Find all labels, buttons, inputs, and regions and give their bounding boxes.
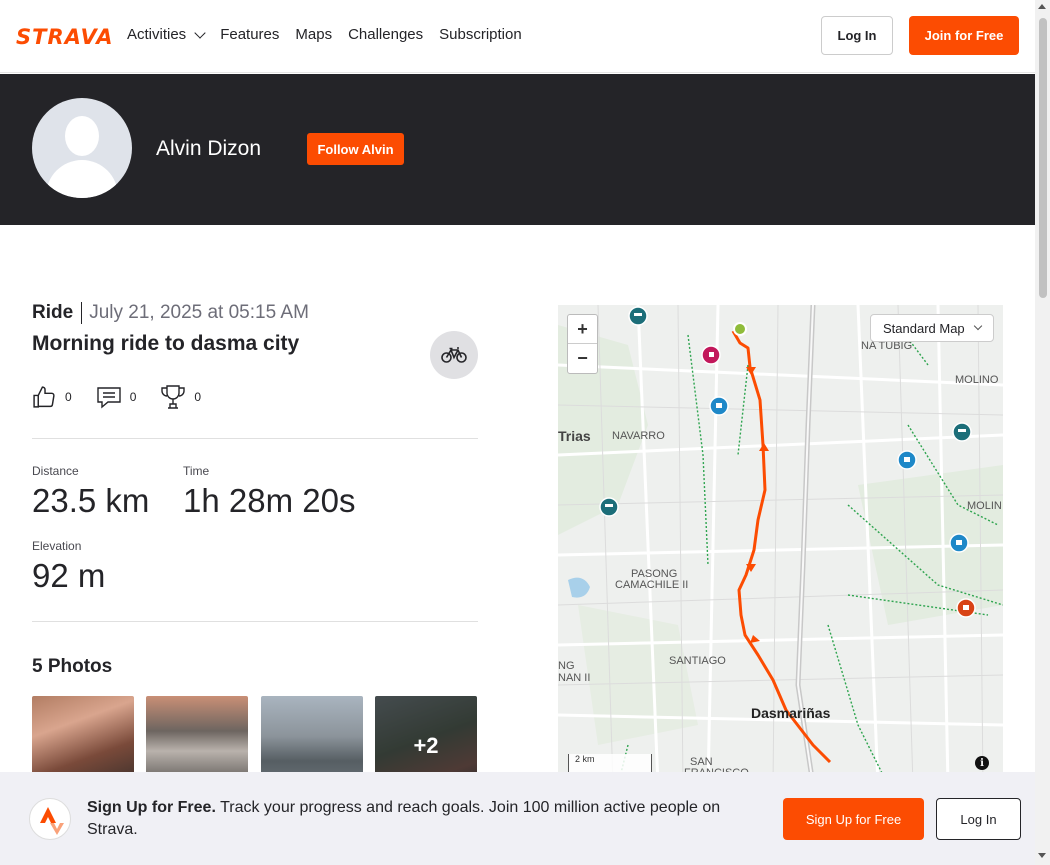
svg-text:Dasmariñas: Dasmariñas — [751, 705, 831, 721]
map-canvas: Trias NAVARRO NA TUBIG MOLINO MOLIN PASO… — [558, 305, 1003, 785]
trophy-icon — [161, 385, 186, 409]
stat-time: Time 1h 28m 20s — [183, 464, 356, 519]
svg-text:MOLIN: MOLIN — [967, 500, 1002, 512]
nav-link-activities[interactable]: Activities — [127, 26, 206, 43]
nav-link-subscription[interactable]: Subscription — [439, 26, 522, 43]
thumbs-up-icon — [33, 385, 55, 408]
activity-header: Ride July 21, 2025 at 05:15 AM — [32, 302, 309, 324]
photos-title: 5 Photos — [32, 656, 113, 677]
zoom-control: + − — [567, 314, 598, 374]
signup-headline: Sign Up for Free. — [87, 799, 216, 816]
athlete-banner: Alvin Dizon Follow Alvin — [0, 74, 1035, 225]
bike-icon — [430, 331, 478, 379]
footer-login-button[interactable]: Log In — [936, 798, 1021, 840]
scrollbar[interactable] — [1035, 0, 1050, 865]
kudos-count: 0 — [65, 390, 72, 404]
map-style-select[interactable]: Standard Map — [870, 314, 994, 342]
athlete-name[interactable]: Alvin Dizon — [156, 137, 261, 161]
achievements-button[interactable]: 0 — [160, 384, 201, 410]
divider — [32, 438, 478, 439]
activity-type: Ride — [32, 302, 83, 324]
svg-text:NAN II: NAN II — [558, 672, 590, 684]
chevron-down-icon — [194, 26, 206, 39]
achievements-count: 0 — [194, 390, 202, 404]
svg-text:Trias: Trias — [558, 428, 591, 444]
svg-text:SANTIAGO: SANTIAGO — [669, 655, 726, 667]
comment-icon — [96, 387, 121, 409]
activity-date: July 21, 2025 at 05:15 AM — [89, 302, 309, 323]
social-row: 0 0 0 — [32, 384, 201, 410]
nav-link-challenges[interactable]: Challenges — [348, 26, 423, 43]
signup-banner: Sign Up for Free. Track your progress an… — [0, 772, 1035, 865]
svg-text:CAMACHILE II: CAMACHILE II — [615, 579, 688, 591]
scroll-thumb[interactable] — [1039, 18, 1047, 298]
nav-links: Activities Features Maps Challenges Subs… — [127, 26, 522, 43]
comments-count: 0 — [129, 390, 137, 404]
map-scale: 2 km — [568, 754, 652, 774]
avatar[interactable] — [32, 98, 132, 198]
chevron-down-icon — [973, 321, 982, 331]
signup-message: Sign Up for Free. Track your progress an… — [87, 797, 747, 841]
zoom-in-button[interactable]: + — [568, 315, 597, 344]
top-navigation: STRAVA Activities Features Maps Challeng… — [0, 0, 1035, 73]
stat-elevation: Elevation 92 m — [32, 539, 106, 594]
svg-text:NAVARRO: NAVARRO — [612, 430, 665, 442]
strava-logo[interactable]: STRAVA — [16, 25, 114, 49]
comments-button[interactable]: 0 — [96, 384, 137, 410]
join-button[interactable]: Join for Free — [909, 16, 1019, 55]
nav-link-features[interactable]: Features — [220, 26, 279, 43]
kudos-button[interactable]: 0 — [32, 384, 72, 410]
activity-title: Morning ride to dasma city — [32, 332, 300, 355]
signup-button[interactable]: Sign Up for Free — [783, 798, 924, 840]
route-map[interactable]: Trias NAVARRO NA TUBIG MOLINO MOLIN PASO… — [558, 305, 1003, 785]
nav-link-maps[interactable]: Maps — [295, 26, 332, 43]
info-icon[interactable]: i — [975, 756, 989, 770]
svg-text:NG: NG — [558, 660, 575, 672]
zoom-out-button[interactable]: − — [568, 344, 597, 373]
svg-text:MOLINO: MOLINO — [955, 374, 999, 386]
strava-logo-icon — [29, 798, 71, 840]
scroll-up-icon[interactable] — [1038, 4, 1046, 9]
scroll-down-icon[interactable] — [1038, 853, 1046, 858]
stat-distance: Distance 23.5 km — [32, 464, 150, 519]
follow-button[interactable]: Follow Alvin — [307, 133, 404, 165]
divider — [32, 621, 478, 622]
login-button[interactable]: Log In — [821, 16, 893, 55]
